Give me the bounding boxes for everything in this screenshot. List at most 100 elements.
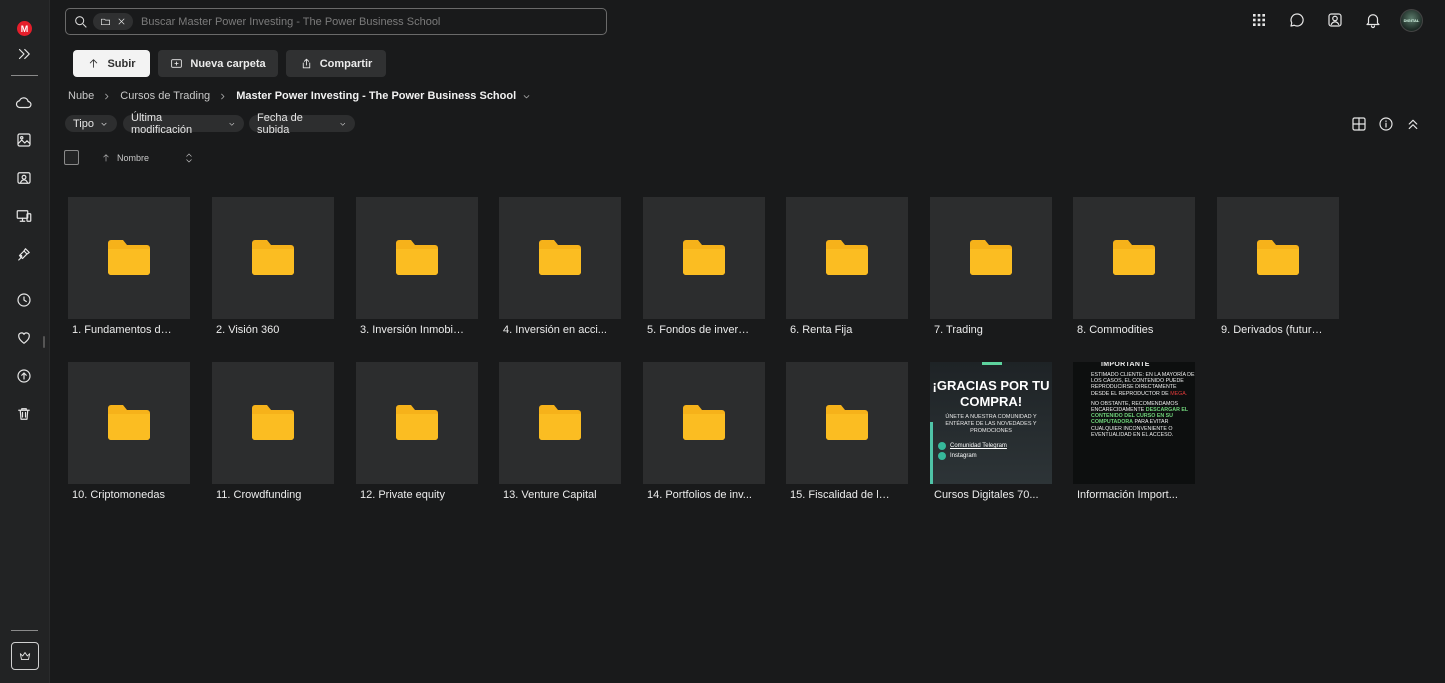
chevron-down-icon [101,122,107,126]
favourites-icon[interactable] [10,324,38,352]
tile-thumbnail[interactable] [1217,197,1339,319]
tile-name[interactable]: 14. Portfolios de inv... [643,489,752,501]
breadcrumb-item[interactable]: Nube [68,90,94,102]
folder-tile[interactable]: 9. Derivados (futuro... [1217,197,1339,336]
search-scope-chip[interactable] [93,13,133,30]
file-tile[interactable]: IMPORTANTE Estimado cliente: en la mayorí… [1073,362,1195,501]
breadcrumb-item[interactable]: Cursos de Trading [120,90,210,102]
folder-tile[interactable]: 15. Fiscalidad de la i... [786,362,908,501]
folder-icon [106,237,152,280]
select-all-checkbox[interactable] [64,150,79,165]
links-icon[interactable] [10,240,38,268]
collapse-icon[interactable] [1402,113,1424,135]
tile-thumbnail[interactable] [499,197,621,319]
tile-thumbnail[interactable] [786,197,908,319]
tile-thumbnail[interactable] [786,362,908,484]
shared-items-icon[interactable] [10,164,38,192]
folder-icon [250,402,296,445]
tile-thumbnail[interactable] [68,197,190,319]
folder-tile[interactable]: 4. Inversión en acci... [499,197,621,336]
new-folder-button[interactable]: Nueva carpeta [158,50,278,77]
grid-view-icon[interactable] [1348,113,1370,135]
cloud-icon[interactable] [10,89,38,117]
photos-icon[interactable] [10,126,38,154]
backups-icon[interactable] [10,362,38,390]
tile-thumbnail[interactable] [356,362,478,484]
chevron-down-icon [340,122,346,126]
thumb-body: ÚNETE A NUESTRA COMUNIDAD Y ENTÉRATE DE … [945,414,1037,434]
filter-type[interactable]: Tipo [65,115,117,132]
contacts-icon[interactable] [1324,9,1346,31]
folder-tile[interactable]: 1. Fundamentos de l... [68,197,190,336]
folder-icon [394,402,440,445]
folder-tile[interactable]: 2. Visión 360 [212,197,334,336]
share-button[interactable]: Compartir [286,50,386,77]
trash-icon[interactable] [10,400,38,428]
tile-name[interactable]: 12. Private equity [356,489,465,501]
tile-thumbnail[interactable] [1073,197,1195,319]
folder-tile[interactable]: 6. Renta Fija [786,197,908,336]
folder-tile[interactable]: 14. Portfolios de inv... [643,362,765,501]
chat-icon[interactable] [1286,9,1308,31]
crown-icon[interactable] [11,642,39,670]
apps-grid-icon[interactable] [1248,9,1270,31]
tile-thumbnail[interactable] [68,362,190,484]
mega-logo[interactable]: M [17,21,32,36]
tile-thumbnail[interactable] [643,362,765,484]
arrow-up-icon[interactable] [101,152,111,162]
tile-name[interactable]: Información Import... [1073,489,1182,501]
folder-tile[interactable]: 8. Commodities [1073,197,1195,336]
recents-icon[interactable] [10,286,38,314]
search-icon[interactable] [73,14,89,30]
tile-thumbnail[interactable] [499,362,621,484]
tile-thumbnail[interactable]: IMPORTANTE Estimado cliente: en la mayorí… [1073,362,1195,484]
folder-tile[interactable]: 5. Fondos de inversi... [643,197,765,336]
expand-icon[interactable] [10,40,38,68]
folder-tile[interactable]: 11. Crowdfunding [212,362,334,501]
filter-modified-label: Última modificación [131,111,193,136]
sidebar-resize-handle[interactable] [43,336,45,348]
tile-thumbnail[interactable] [212,362,334,484]
file-tile[interactable]: ¡GRACIAS POR TU COMPRA! ÚNETE A NUESTRA C… [930,362,1052,501]
tile-name[interactable]: Cursos Digitales 70... [930,489,1039,501]
tile-name[interactable]: 2. Visión 360 [212,324,321,336]
search-bar[interactable] [65,8,607,35]
tile-name[interactable]: 1. Fundamentos de l... [68,324,177,336]
folder-tile[interactable]: 10. Criptomonedas [68,362,190,501]
filter-uploaded[interactable]: Fecha de subida [249,112,355,136]
thumb-heading: IMPORTANTE [1101,362,1150,368]
info-icon[interactable] [1375,113,1397,135]
tile-name[interactable]: 9. Derivados (futuro... [1217,324,1326,336]
tile-name[interactable]: 5. Fondos de inversi... [643,324,752,336]
folder-tile[interactable]: 7. Trading [930,197,1052,336]
tile-thumbnail[interactable] [356,197,478,319]
tile-name[interactable]: 7. Trading [930,324,1039,336]
notifications-icon[interactable] [1362,9,1384,31]
filter-modified[interactable]: Última modificación [123,112,244,136]
tile-thumbnail[interactable]: ¡GRACIAS POR TU COMPRA! ÚNETE A NUESTRA C… [930,362,1052,484]
tile-name[interactable]: 8. Commodities [1073,324,1182,336]
search-input[interactable] [139,14,606,29]
chevron-down-icon[interactable] [522,92,531,101]
close-icon[interactable] [116,16,127,27]
avatar[interactable]: DIGITAL [1400,9,1423,32]
tile-thumbnail[interactable] [212,197,334,319]
thumbnail-image: IMPORTANTE Estimado cliente: en la mayorí… [1073,362,1195,484]
folder-tile[interactable]: 13. Venture Capital [499,362,621,501]
tile-name[interactable]: 11. Crowdfunding [212,489,321,501]
tile-thumbnail[interactable] [643,197,765,319]
tile-name[interactable]: 6. Renta Fija [786,324,895,336]
sort-by-name[interactable]: Nombre [117,153,149,163]
tile-name[interactable]: 10. Criptomonedas [68,489,177,501]
tile-thumbnail[interactable] [930,197,1052,319]
devices-icon[interactable] [10,202,38,230]
tile-name[interactable]: 3. Inversión Inmobili... [356,324,465,336]
sort-toggle-icon[interactable] [184,152,194,164]
folder-tile[interactable]: 12. Private equity [356,362,478,501]
folder-tile[interactable]: 3. Inversión Inmobili... [356,197,478,336]
tile-name[interactable]: 4. Inversión en acci... [499,324,608,336]
tile-name[interactable]: 15. Fiscalidad de la i... [786,489,895,501]
tile-name[interactable]: 13. Venture Capital [499,489,608,501]
upload-button[interactable]: Subir [73,50,150,77]
thumb-headline: ¡GRACIAS POR TU COMPRA! [932,378,1050,409]
